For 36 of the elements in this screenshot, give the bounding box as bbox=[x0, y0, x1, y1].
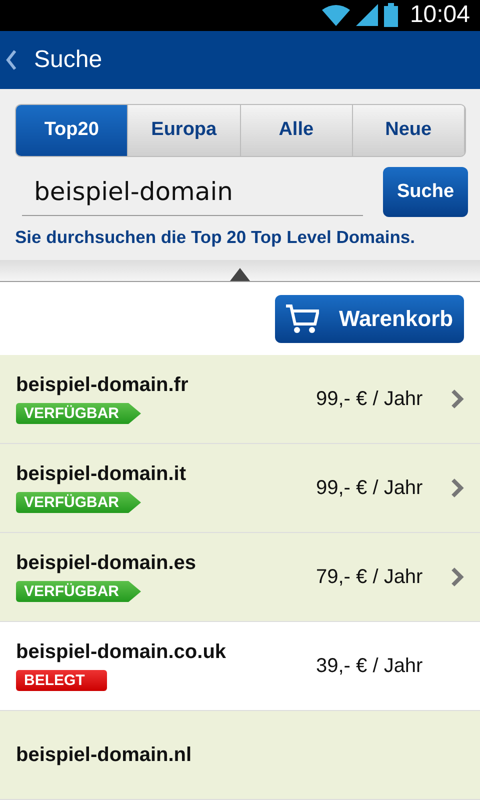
tab[interactable]: Europa bbox=[128, 104, 240, 156]
price: 99,- € / Jahr bbox=[316, 388, 424, 411]
result-row[interactable]: beispiel-domain.fr VERFÜGBAR 99,- € / Jahr bbox=[0, 355, 480, 444]
tab[interactable]: Neue bbox=[352, 104, 465, 156]
result-row[interactable]: beispiel-domain.nl bbox=[0, 711, 480, 800]
screen-title: Suche bbox=[34, 46, 102, 74]
wifi-icon bbox=[322, 4, 350, 26]
search-field[interactable]: beispiel-domain bbox=[22, 168, 363, 216]
result-row[interactable]: beispiel-domain.it VERFÜGBAR 99,- € / Jahr bbox=[0, 444, 480, 534]
price: 79,- € / Jahr bbox=[316, 566, 424, 589]
tab[interactable]: Top20 bbox=[16, 104, 128, 156]
collapse-arrow-icon[interactable] bbox=[230, 268, 250, 282]
battery-icon bbox=[384, 3, 398, 28]
chevron-icon bbox=[450, 389, 464, 410]
tab[interactable]: Alle bbox=[240, 104, 353, 156]
signal-icon bbox=[356, 4, 378, 26]
domain-name: beispiel-domain.nl bbox=[16, 744, 192, 767]
search-hint: Sie durchsuchen die Top 20 Top Level Domains. bbox=[15, 226, 416, 248]
status-label: VERFÜGBAR bbox=[16, 492, 142, 514]
back-icon[interactable] bbox=[6, 50, 16, 70]
chevron-icon bbox=[450, 478, 464, 498]
price: 39,- € / Jahr bbox=[316, 654, 424, 678]
result-row[interactable]: beispiel-domain.es VERFÜGBAR 79,- € / Jahr bbox=[0, 533, 480, 622]
status-label: VERFÜGBAR bbox=[16, 581, 142, 602]
domain-name: beispiel-domain.fr bbox=[16, 374, 188, 398]
search-button[interactable]: Suche bbox=[383, 166, 468, 217]
status-label: BELEGT bbox=[16, 670, 107, 692]
cart-button[interactable]: Warenkorb bbox=[275, 294, 464, 343]
domain-name: beispiel-domain.es bbox=[16, 552, 196, 576]
status-label: VERFÜGBAR bbox=[16, 403, 142, 424]
clock: 10:04 bbox=[410, 1, 470, 30]
domain-name: beispiel-domain.co.uk bbox=[16, 641, 226, 664]
cart-icon bbox=[285, 304, 319, 334]
price: 99,- € / Jahr bbox=[316, 476, 424, 500]
chevron-icon bbox=[450, 567, 464, 588]
domain-name: beispiel-domain.it bbox=[16, 463, 186, 486]
